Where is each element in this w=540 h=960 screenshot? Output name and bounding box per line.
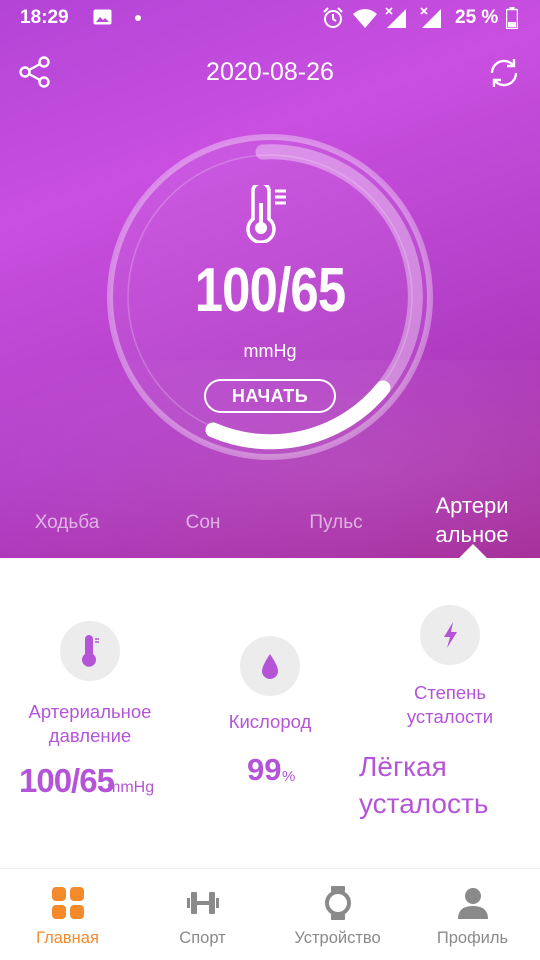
status-bar: 18:29 25 % bbox=[0, 0, 540, 36]
tab-walking[interactable]: Ходьба bbox=[22, 512, 112, 534]
dumbbell-icon bbox=[186, 892, 219, 914]
thermometer-icon bbox=[246, 185, 286, 243]
nav-sport[interactable]: Спорт bbox=[135, 869, 270, 960]
gauge-value: 100/65 bbox=[194, 256, 346, 325]
nav-home[interactable]: Главная bbox=[0, 869, 135, 960]
stat-value-oxygen: 99 bbox=[247, 752, 282, 787]
sync-icon[interactable] bbox=[487, 56, 521, 90]
wifi-icon bbox=[353, 9, 377, 28]
stat-value-pressure: 100/65 bbox=[19, 762, 115, 799]
alarm-icon bbox=[323, 7, 343, 28]
stat-unit-oxygen: % bbox=[282, 768, 296, 785]
profile-icon bbox=[457, 888, 488, 919]
stat-icon-pressure bbox=[60, 621, 120, 681]
start-button[interactable]: НАЧАТЬ bbox=[204, 379, 336, 413]
status-time: 18:29 bbox=[20, 7, 69, 28]
nav-device[interactable]: Устройство bbox=[270, 869, 405, 960]
gauge-unit: mmHg bbox=[243, 341, 297, 361]
battery-icon bbox=[506, 7, 518, 29]
stat-icon-oxygen bbox=[240, 636, 300, 696]
drop-icon bbox=[262, 654, 278, 679]
tab-blood-pressure[interactable]: Артери альное bbox=[424, 491, 520, 549]
active-tab-indicator bbox=[459, 544, 487, 558]
hero-panel: 18:29 25 % 2020-08-26 100/65 mmHg НАЧАТЬ… bbox=[0, 0, 540, 558]
home-grid-icon bbox=[51, 887, 84, 919]
lightning-icon bbox=[444, 622, 457, 648]
stat-icon-fatigue bbox=[420, 605, 480, 665]
watch-icon bbox=[324, 886, 351, 920]
dot-icon bbox=[135, 15, 141, 21]
nav-home-label: Главная bbox=[36, 929, 99, 947]
tab-sleep[interactable]: Сон bbox=[168, 512, 238, 534]
nav-profile-label: Профиль bbox=[436, 929, 509, 947]
nav-device-label: Устройство bbox=[294, 929, 381, 947]
stat-label-pressure: Артериальное давление bbox=[28, 701, 152, 746]
bottom-nav: Главная Спорт Устройство Профиль bbox=[0, 868, 540, 960]
date-title[interactable]: 2020-08-26 bbox=[170, 58, 370, 87]
nav-sport-label: Спорт bbox=[179, 929, 226, 947]
nav-profile[interactable]: Профиль bbox=[405, 869, 540, 960]
signal-icon bbox=[420, 7, 441, 28]
image-icon bbox=[93, 9, 112, 25]
stat-value-fatigue: Лёгкая усталость bbox=[359, 751, 489, 819]
stat-label-oxygen: Кислород bbox=[228, 711, 312, 732]
stat-unit-pressure: mmHg bbox=[107, 779, 155, 796]
tab-pulse[interactable]: Пульс bbox=[296, 512, 376, 534]
battery-percent: 25 % bbox=[455, 7, 499, 28]
signal-icon bbox=[385, 7, 406, 28]
share-icon[interactable] bbox=[18, 55, 52, 89]
stat-label-fatigue: Степень усталости bbox=[406, 682, 494, 727]
thermometer-icon bbox=[82, 635, 99, 667]
